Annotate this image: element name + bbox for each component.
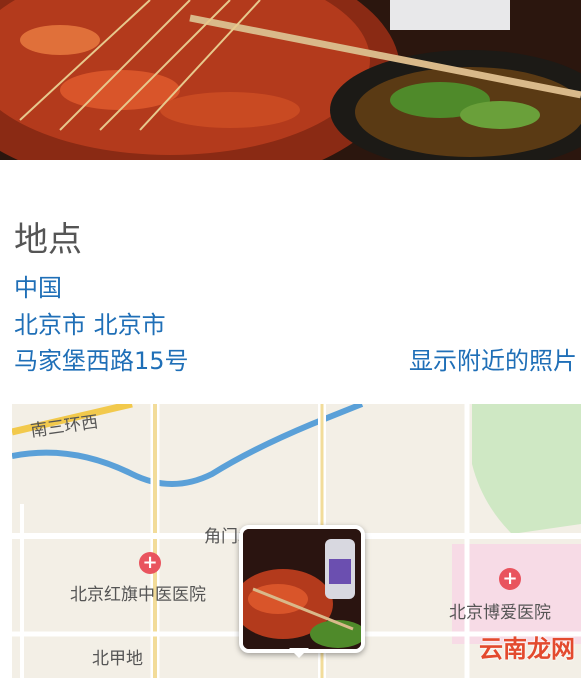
hotpot-photo-illustration bbox=[0, 0, 581, 160]
food-photo[interactable] bbox=[0, 0, 581, 160]
photo-location-thumbnail[interactable] bbox=[239, 525, 365, 653]
watermark: 云南龙网 bbox=[479, 635, 575, 663]
map-label-hongqi-hospital[interactable]: 北京红旗中医医院 bbox=[70, 580, 206, 605]
show-nearby-photos-link[interactable]: 显示附近的照片 bbox=[409, 341, 577, 376]
location-section-title: 地点 bbox=[14, 220, 82, 260]
map-label-beijiadi: 北甲地 bbox=[92, 649, 143, 669]
hospital-pin-icon[interactable]: + bbox=[499, 568, 521, 590]
thumbnail-photo-illustration bbox=[243, 529, 361, 649]
thumbnail-pointer bbox=[289, 648, 309, 658]
hospital-pin-icon[interactable]: + bbox=[139, 552, 161, 574]
street-link[interactable]: 马家堡西路15号 bbox=[14, 341, 189, 376]
city-link[interactable]: 北京市 北京市 bbox=[14, 305, 166, 340]
country-link[interactable]: 中国 bbox=[14, 268, 62, 303]
map-label-boai-hospital[interactable]: 北京博爱医院 bbox=[449, 598, 551, 623]
